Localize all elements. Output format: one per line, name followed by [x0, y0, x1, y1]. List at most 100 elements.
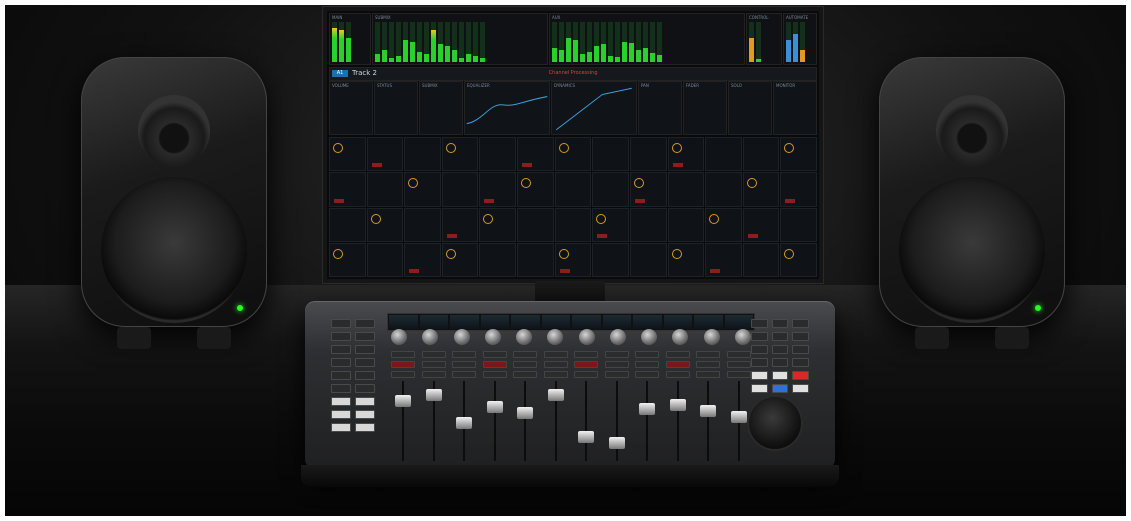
rotary-knob[interactable]: [609, 329, 626, 345]
parameter-cell[interactable]: [366, 207, 404, 242]
channel-fader[interactable]: [635, 381, 659, 461]
parameter-cell[interactable]: [366, 242, 404, 277]
parameter-cell[interactable]: [629, 207, 667, 242]
parameter-cell[interactable]: [667, 207, 705, 242]
rotary-knob[interactable]: [641, 329, 658, 345]
parameter-cell[interactable]: [479, 137, 517, 172]
channel-fader[interactable]: [605, 381, 629, 461]
parameter-cell[interactable]: [517, 172, 554, 207]
parameter-cell[interactable]: [629, 172, 667, 207]
parameter-cell[interactable]: [592, 242, 629, 277]
parameter-cell[interactable]: [404, 137, 441, 172]
parameter-cell[interactable]: [780, 137, 817, 172]
rotary-knob[interactable]: [703, 329, 720, 345]
parameter-cell[interactable]: [667, 242, 705, 277]
fader-cap[interactable]: [700, 405, 717, 417]
parameter-cell[interactable]: [629, 137, 667, 172]
power-led-icon: [237, 305, 243, 311]
fader-cap[interactable]: [395, 395, 411, 407]
channel-button-column: [513, 351, 538, 378]
rotary-knob[interactable]: [453, 329, 470, 345]
fader-cap[interactable]: [486, 401, 503, 413]
parameter-cell[interactable]: [592, 172, 629, 207]
parameter-cell[interactable]: [404, 207, 441, 242]
parameter-cell[interactable]: [592, 207, 629, 242]
parameter-cell[interactable]: [554, 137, 592, 172]
parameter-cell[interactable]: [780, 207, 817, 242]
fader-cap[interactable]: [639, 403, 656, 415]
parameter-cell[interactable]: [479, 172, 517, 207]
channel-fader[interactable]: [422, 381, 446, 461]
parameter-cell[interactable]: [517, 242, 554, 277]
parameter-cell[interactable]: [629, 242, 667, 277]
parameter-cell[interactable]: [667, 172, 705, 207]
fader-cap[interactable]: [608, 437, 625, 449]
parameter-cell[interactable]: [780, 172, 817, 207]
channel-button-column: [543, 351, 568, 378]
fader-cap[interactable]: [517, 407, 534, 419]
rotary-knob[interactable]: [578, 329, 595, 345]
parameter-cell[interactable]: [441, 137, 479, 172]
parameter-cell[interactable]: [404, 172, 441, 207]
channel-fader[interactable]: [574, 381, 598, 461]
channel-button-column: [635, 351, 660, 378]
parameter-cell[interactable]: [742, 207, 780, 242]
parameter-cell[interactable]: [441, 172, 479, 207]
channel-fader[interactable]: [483, 381, 507, 461]
parameter-cell[interactable]: [441, 207, 479, 242]
parameter-cell[interactable]: [517, 137, 554, 172]
parameter-cell[interactable]: [329, 137, 366, 172]
rotary-knob[interactable]: [734, 329, 751, 345]
channel-fader[interactable]: [727, 381, 751, 461]
parameter-cell[interactable]: [554, 207, 592, 242]
jog-wheel[interactable]: [749, 397, 801, 449]
fader-cap[interactable]: [730, 411, 747, 423]
parameter-cell[interactable]: [366, 172, 404, 207]
parameter-cell[interactable]: [592, 137, 629, 172]
rotary-knob[interactable]: [422, 329, 439, 345]
channel-fader[interactable]: [544, 381, 568, 461]
channel-fader[interactable]: [666, 381, 690, 461]
channel-fader[interactable]: [452, 381, 476, 461]
parameter-cell[interactable]: [705, 172, 742, 207]
parameter-cell[interactable]: [780, 242, 817, 277]
parameter-cell[interactable]: [554, 172, 592, 207]
parameter-cell[interactable]: [742, 242, 780, 277]
fader-cap[interactable]: [669, 399, 686, 411]
fader-cap[interactable]: [547, 389, 564, 401]
parameter-cell[interactable]: [705, 207, 742, 242]
parameter-cell[interactable]: [705, 137, 742, 172]
panel-monitor: MONITOR: [773, 81, 817, 135]
parameter-cell[interactable]: [554, 242, 592, 277]
channel-button-column: [421, 351, 446, 378]
parameter-cell[interactable]: [742, 172, 780, 207]
woofer: [101, 177, 247, 323]
parameter-cell[interactable]: [479, 207, 517, 242]
parameter-cell[interactable]: [517, 207, 554, 242]
left-studio-monitor-speaker: [81, 57, 267, 349]
track-number-badge[interactable]: A1: [332, 70, 348, 77]
rotary-knob[interactable]: [672, 329, 689, 345]
parameter-cell[interactable]: [705, 242, 742, 277]
rotary-knob[interactable]: [516, 329, 533, 345]
power-led-icon: [1035, 305, 1041, 311]
rotary-knob[interactable]: [484, 329, 501, 345]
fader-cap[interactable]: [578, 431, 595, 443]
channel-fader[interactable]: [391, 381, 415, 461]
parameter-cell[interactable]: [479, 242, 517, 277]
parameter-cell[interactable]: [667, 137, 705, 172]
computer-monitor: MAIN SUBMIX AUX CONTROL AUTOMATE A1 Trac…: [323, 7, 823, 293]
parameter-cell[interactable]: [329, 172, 366, 207]
parameter-cell[interactable]: [329, 242, 366, 277]
parameter-cell[interactable]: [329, 207, 366, 242]
channel-fader[interactable]: [696, 381, 720, 461]
parameter-cell[interactable]: [441, 242, 479, 277]
parameter-cell[interactable]: [404, 242, 441, 277]
rotary-knob[interactable]: [547, 329, 564, 345]
parameter-cell[interactable]: [742, 137, 780, 172]
fader-cap[interactable]: [425, 389, 442, 401]
channel-fader[interactable]: [513, 381, 537, 461]
rotary-knob[interactable]: [391, 329, 407, 345]
fader-cap[interactable]: [456, 417, 473, 429]
parameter-cell[interactable]: [366, 137, 404, 172]
